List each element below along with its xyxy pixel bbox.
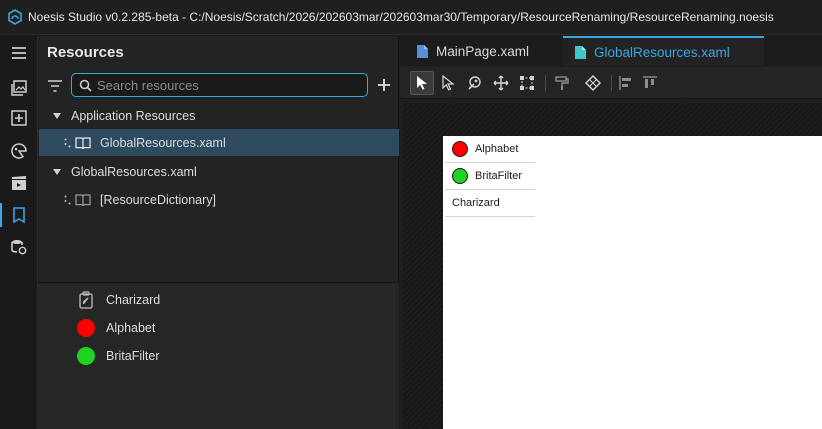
menu-button[interactable] [0,38,37,68]
paint-roller-icon [555,76,569,90]
move-arrows-icon [493,75,509,91]
resource-item-alphabet[interactable]: Alphabet [38,315,399,341]
align-top-button[interactable] [638,71,662,95]
styles-button[interactable] [0,136,37,166]
align-top-icon [643,76,657,88]
artboard-item-brita-filter[interactable]: BritaFilter [445,163,535,190]
resource-item-charizard[interactable]: Charizard [38,287,399,313]
app-window: Noesis Studio v0.2.285-beta - C:/Noesis/… [0,0,822,429]
data-sources-button[interactable] [0,232,37,262]
panel-title: Resources [47,44,124,61]
images-icon [10,80,27,96]
brush-icon [77,291,95,309]
resource-file-icon [575,45,586,59]
filter-icon[interactable] [47,78,63,94]
tree-group-global-resources[interactable]: GlobalResources.xaml [39,158,399,185]
tree-item-label: GlobalResources.xaml [71,164,197,179]
clapperboard-icon [11,176,26,190]
noesis-logo-icon [8,9,22,25]
move-tool-button[interactable] [489,71,513,95]
transform-box-icon [520,76,534,90]
grid-snap-button[interactable] [581,71,605,95]
pen-tool-button[interactable] [463,71,487,95]
tree-item-label: [ResourceDictionary] [100,192,217,207]
tree-item-label: Application Resources [71,108,196,123]
resource-list: Charizard Alphabet BritaFilter [38,283,399,429]
tree-item-label: GlobalResources.xaml [100,135,226,150]
title-bar: Noesis Studio v0.2.285-beta - C:/Noesis/… [0,0,822,35]
artboard[interactable]: Alphabet BritaFilter Charizard [443,136,822,429]
search-box [71,73,368,97]
editor-area: MainPage.xaml GlobalResources.xaml Alpha… [400,36,822,429]
artboard-item-label: Alphabet [475,143,519,155]
resource-label: Charizard [106,293,161,307]
toolbar-separator [611,75,612,91]
tab-global-resources[interactable]: GlobalResources.xaml [563,36,764,66]
color-swatch-icon [77,347,95,365]
ellipse-green [452,168,468,184]
color-swatch-red [77,319,95,337]
design-canvas[interactable]: Alphabet BritaFilter Charizard [403,103,822,429]
assets-button[interactable] [0,73,37,103]
ellipse-red [452,141,468,157]
palette-icon [10,143,27,159]
search-input[interactable] [97,75,367,95]
tree-connector-icon [64,195,71,204]
pen-curve-icon [468,76,481,90]
tab-bar: MainPage.xaml GlobalResources.xaml [400,36,822,66]
color-swatch-green [77,347,95,365]
resource-label: BritaFilter [106,349,160,363]
align-left-button[interactable] [614,71,638,95]
artboard-item-label: BritaFilter [475,170,523,182]
artboard-item-charizard[interactable]: Charizard [445,190,535,217]
tree-item-global-resources[interactable]: GlobalResources.xaml [39,129,399,156]
database-link-icon [10,240,26,255]
color-swatch-icon [77,319,95,337]
arrow-cursor-icon [417,76,427,90]
caret-down-icon [53,168,61,175]
transform-tool-button[interactable] [515,71,539,95]
direct-select-tool-button[interactable] [436,71,460,95]
toolbar-separator [545,75,546,91]
grid-diamond-icon [585,75,601,91]
resource-item-brita-filter[interactable]: BritaFilter [38,343,399,369]
tab-label: MainPage.xaml [436,43,530,59]
design-toolbar [400,67,822,99]
xaml-file-icon [417,44,428,58]
tree-connector-icon [64,138,71,147]
artboard-list: Alphabet BritaFilter Charizard [445,136,535,217]
format-painter-button[interactable] [550,71,574,95]
add-element-button[interactable] [0,103,37,133]
resources-button[interactable] [0,200,37,230]
bookmark-book-icon [12,207,25,224]
plus-box-icon [10,110,27,126]
artboard-item-label: Charizard [452,197,500,209]
resource-label: Alphabet [106,321,156,335]
select-tool-button[interactable] [410,71,434,95]
hollow-arrow-icon [442,75,455,91]
dictionary-book-icon [75,136,91,149]
activity-bar [0,36,37,429]
resources-panel: Resources Application Resources GlobalRe… [37,36,399,429]
window-title: Noesis Studio v0.2.285-beta - C:/Noesis/… [28,10,774,24]
align-left-icon [619,76,631,90]
artboard-item-alphabet[interactable]: Alphabet [445,136,535,163]
animations-button[interactable] [0,168,37,198]
tab-label: GlobalResources.xaml [594,44,730,60]
tree-item-resource-dictionary[interactable]: [ResourceDictionary] [39,186,399,213]
add-resource-icon[interactable] [375,76,393,94]
tab-main-page[interactable]: MainPage.xaml [416,36,529,66]
dictionary-book-icon [75,193,91,206]
tree-group-application-resources[interactable]: Application Resources [39,102,399,129]
caret-down-icon [53,112,61,119]
search-icon [79,79,92,92]
hamburger-icon [11,47,26,59]
